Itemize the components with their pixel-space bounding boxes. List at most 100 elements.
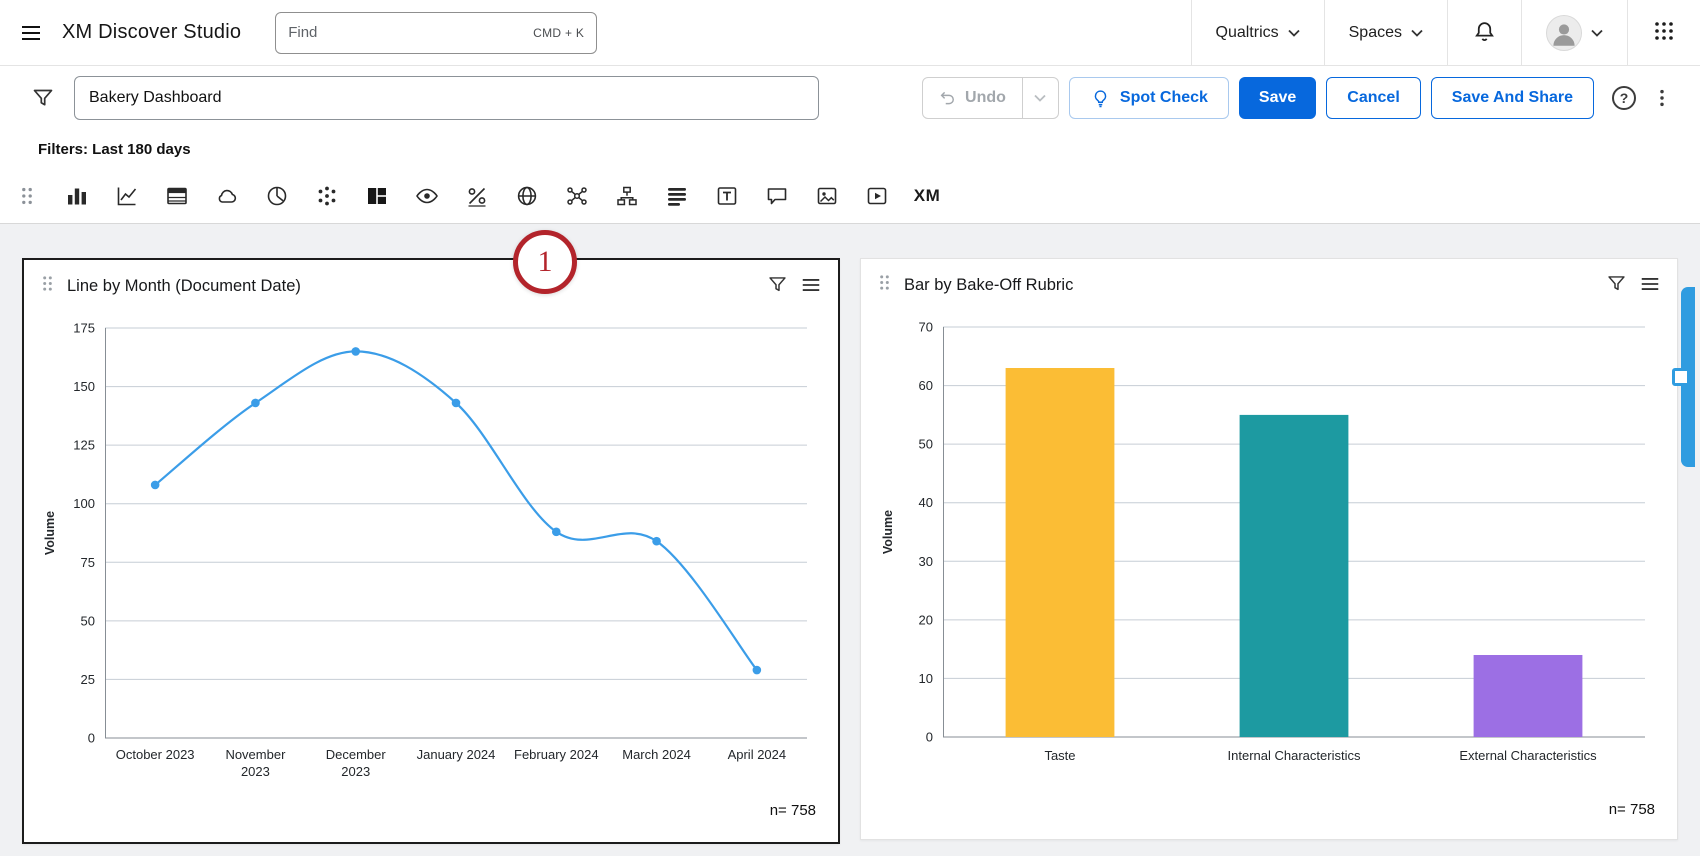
- svg-text:External Characteristics: External Characteristics: [1459, 748, 1597, 763]
- table-icon[interactable]: [162, 181, 192, 211]
- svg-text:70: 70: [919, 320, 933, 335]
- more-options-icon[interactable]: [1648, 87, 1676, 109]
- apps-grid-icon[interactable]: [1652, 19, 1676, 46]
- widget-title: Bar by Bake-Off Rubric: [904, 276, 1073, 295]
- text-box-icon[interactable]: [712, 181, 742, 211]
- chevron-down-icon: [1034, 94, 1046, 102]
- toolbar-drag-handle-icon[interactable]: [12, 181, 42, 211]
- qualtrics-label: Qualtrics: [1216, 24, 1279, 42]
- qualtrics-menu[interactable]: Qualtrics: [1191, 0, 1324, 65]
- svg-text:125: 125: [73, 438, 95, 453]
- undo-group: Undo: [922, 77, 1059, 119]
- widget-drag-handle-icon[interactable]: [877, 273, 892, 297]
- chevron-down-icon: [1591, 29, 1603, 37]
- svg-text:30: 30: [919, 554, 933, 569]
- sample-size-label: n= 758: [24, 798, 838, 819]
- annotation-step-1: 1: [513, 230, 577, 294]
- label-icon[interactable]: [762, 181, 792, 211]
- notifications-section: [1447, 0, 1521, 65]
- find-placeholder: Find: [288, 24, 317, 41]
- svg-text:10: 10: [919, 671, 933, 686]
- widget-filter-icon[interactable]: [767, 274, 788, 298]
- svg-text:0: 0: [88, 731, 95, 746]
- spaces-menu[interactable]: Spaces: [1324, 0, 1447, 65]
- svg-text:2023: 2023: [341, 764, 370, 779]
- widget-bar-by-rubric[interactable]: Bar by Bake-Off Rubric 010203040506070Vo…: [860, 258, 1678, 840]
- metric-icon[interactable]: [462, 181, 492, 211]
- svg-text:2023: 2023: [241, 764, 270, 779]
- dashboard-name-value: Bakery Dashboard: [89, 89, 222, 107]
- dashboard-filter-icon[interactable]: [24, 86, 62, 110]
- heatmap-icon[interactable]: [362, 181, 392, 211]
- apps-section: [1627, 0, 1700, 65]
- svg-text:75: 75: [81, 555, 95, 570]
- network-icon[interactable]: [562, 181, 592, 211]
- dashboard-name-input[interactable]: Bakery Dashboard: [74, 76, 819, 120]
- undo-icon: [939, 89, 957, 107]
- find-search-input[interactable]: Find CMD + K: [275, 12, 597, 54]
- top-bar-left: XM Discover Studio Find CMD + K: [0, 0, 597, 65]
- line-chart-icon[interactable]: [112, 181, 142, 211]
- spot-check-button[interactable]: Spot Check: [1069, 77, 1229, 119]
- top-bar: XM Discover Studio Find CMD + K Qualtric…: [0, 0, 1700, 66]
- svg-text:0: 0: [926, 730, 933, 745]
- preview-eye-icon[interactable]: [412, 181, 442, 211]
- widget-menu-icon[interactable]: [1639, 273, 1661, 298]
- widget-title: Line by Month (Document Date): [67, 277, 301, 296]
- widget-filter-icon[interactable]: [1606, 273, 1627, 297]
- avatar: [1546, 15, 1582, 51]
- word-cloud-icon[interactable]: [212, 181, 242, 211]
- image-icon[interactable]: [812, 181, 842, 211]
- side-panel-handle[interactable]: [1681, 287, 1695, 467]
- svg-text:20: 20: [919, 612, 933, 627]
- hierarchy-icon[interactable]: [612, 181, 642, 211]
- svg-text:Volume: Volume: [43, 511, 57, 555]
- pie-chart-icon[interactable]: [262, 181, 292, 211]
- widget-menu-icon[interactable]: [800, 274, 822, 299]
- svg-text:Volume: Volume: [881, 510, 895, 554]
- map-globe-icon[interactable]: [512, 181, 542, 211]
- widget-line-by-month[interactable]: Line by Month (Document Date) 0 25 50 75 100…: [22, 258, 840, 844]
- edit-actions: Undo Spot Check Save Cancel Save And Sha…: [922, 77, 1676, 119]
- undo-dropdown-button[interactable]: [1023, 77, 1059, 119]
- widget-header: Bar by Bake-Off Rubric: [861, 259, 1677, 311]
- svg-text:40: 40: [919, 495, 933, 510]
- undo-button[interactable]: Undo: [922, 77, 1023, 119]
- scatter-plot-icon[interactable]: [312, 181, 342, 211]
- save-button[interactable]: Save: [1239, 77, 1316, 119]
- svg-text:Internal Characteristics: Internal Characteristics: [1228, 748, 1361, 763]
- svg-text:175: 175: [73, 321, 95, 336]
- widget-toolbar: XM: [0, 168, 1700, 224]
- filters-summary: Filters: Last 180 days: [38, 141, 191, 158]
- widget-drag-handle-icon[interactable]: [40, 274, 55, 298]
- svg-text:50: 50: [81, 613, 95, 628]
- filters-row: Filters: Last 180 days: [0, 130, 1700, 168]
- bar-chart-icon[interactable]: [62, 181, 92, 211]
- svg-text:November: November: [225, 747, 286, 762]
- cancel-button[interactable]: Cancel: [1326, 77, 1420, 119]
- help-icon[interactable]: ?: [1612, 86, 1636, 110]
- save-and-share-button[interactable]: Save And Share: [1431, 77, 1594, 119]
- svg-text:100: 100: [73, 496, 95, 511]
- dashboard-canvas[interactable]: Line by Month (Document Date) 0255075100…: [0, 224, 1700, 856]
- bar-chart-svg: 010203040506070VolumeTasteInternal Chara…: [877, 311, 1661, 797]
- widget-header: Line by Month (Document Date): [24, 260, 838, 312]
- svg-text:25: 25: [81, 672, 95, 687]
- xm-logo[interactable]: XM: [912, 181, 942, 211]
- svg-text:March 2024: March 2024: [622, 747, 691, 762]
- notifications-bell-icon[interactable]: [1472, 19, 1497, 47]
- user-menu[interactable]: [1521, 0, 1627, 65]
- svg-text:December: December: [326, 747, 387, 762]
- edit-toolbar: Bakery Dashboard Undo Spot Check Save Ca…: [0, 66, 1700, 130]
- side-panel-knob[interactable]: [1672, 368, 1690, 386]
- svg-text:October 2023: October 2023: [116, 747, 195, 762]
- svg-text:150: 150: [73, 379, 95, 394]
- app-title: XM Discover Studio: [62, 21, 241, 44]
- chevron-down-icon: [1411, 29, 1423, 37]
- spot-check-label: Spot Check: [1120, 89, 1208, 107]
- svg-text:60: 60: [919, 378, 933, 393]
- list-icon[interactable]: [662, 181, 692, 211]
- top-bar-right: Qualtrics Spaces: [1191, 0, 1700, 65]
- menu-icon[interactable]: [0, 21, 62, 45]
- video-icon[interactable]: [862, 181, 892, 211]
